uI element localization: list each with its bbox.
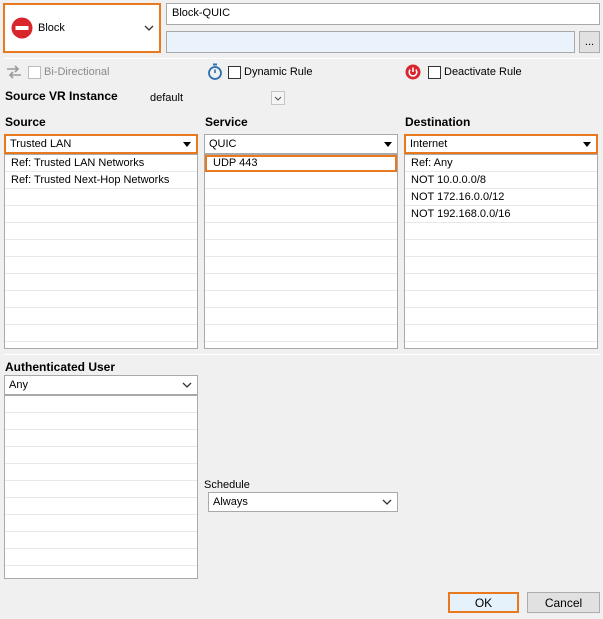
- list-item: [405, 274, 597, 291]
- divider: [3, 58, 600, 59]
- ok-button[interactable]: OK: [448, 592, 519, 613]
- list-item: [405, 240, 597, 257]
- list-item: [5, 223, 197, 240]
- divider: [3, 354, 600, 355]
- rule-name-value: Block-QUIC: [172, 7, 231, 19]
- source-selected: Trusted LAN: [10, 138, 72, 150]
- action-selector[interactable]: Block: [3, 3, 161, 53]
- list-item: [5, 532, 197, 549]
- list-item: [5, 430, 197, 447]
- list-item: [5, 308, 197, 325]
- dynamic-rule-label: Dynamic Rule: [244, 66, 313, 78]
- list-item: [5, 240, 197, 257]
- list-item: [5, 481, 197, 498]
- list-item-selected[interactable]: UDP 443: [205, 155, 397, 172]
- service-label: Service: [205, 115, 248, 129]
- list-item: [405, 308, 597, 325]
- list-item: [5, 413, 197, 430]
- deactivate-rule-label: Deactivate Rule: [444, 66, 522, 78]
- list-item[interactable]: NOT 172.16.0.0/12: [405, 189, 597, 206]
- destination-list[interactable]: Ref: Any NOT 10.0.0.0/8 NOT 172.16.0.0/1…: [404, 154, 598, 349]
- comment-browse-button[interactable]: ...: [579, 31, 600, 53]
- list-item[interactable]: NOT 192.168.0.0/16: [405, 206, 597, 223]
- list-item: [5, 189, 197, 206]
- timer-icon: [207, 63, 223, 83]
- deactivate-rule-checkbox[interactable]: [428, 66, 441, 79]
- list-item: [5, 206, 197, 223]
- destination-select[interactable]: Internet: [404, 134, 598, 154]
- bidirectional-label: Bi-Directional: [44, 66, 110, 78]
- comment-input[interactable]: [166, 31, 575, 53]
- list-item: [5, 325, 197, 342]
- list-item: [205, 274, 397, 291]
- action-label: Block: [38, 22, 65, 34]
- list-item: [5, 274, 197, 291]
- destination-label: Destination: [405, 115, 471, 129]
- rule-name-input[interactable]: Block-QUIC: [166, 3, 600, 25]
- cancel-label: Cancel: [544, 595, 583, 610]
- service-select[interactable]: QUIC: [204, 134, 398, 154]
- source-vr-value: default: [150, 92, 184, 104]
- chevron-down-icon: [379, 494, 395, 510]
- browse-label: ...: [584, 36, 595, 48]
- list-item: [205, 325, 397, 342]
- list-item: [5, 396, 197, 413]
- schedule-select[interactable]: Always: [208, 492, 398, 512]
- source-vr-select[interactable]: default: [148, 89, 285, 107]
- list-item[interactable]: NOT 10.0.0.0/8: [405, 172, 597, 189]
- schedule-label: Schedule: [204, 479, 250, 491]
- list-item: [205, 206, 397, 223]
- power-icon: [405, 64, 421, 83]
- dynamic-rule-checkbox[interactable]: [228, 66, 241, 79]
- dropdown-arrow-icon: [183, 141, 191, 147]
- list-item: [205, 308, 397, 325]
- list-item: [205, 240, 397, 257]
- list-item: [5, 447, 197, 464]
- schedule-selected: Always: [213, 496, 248, 508]
- destination-selected: Internet: [410, 138, 448, 150]
- list-item: [205, 172, 397, 189]
- service-list[interactable]: UDP 443: [204, 154, 398, 349]
- list-item: [205, 257, 397, 274]
- source-list[interactable]: Ref: Trusted LAN Networks Ref: Trusted N…: [4, 154, 198, 349]
- list-item: [405, 291, 597, 308]
- list-item: [5, 498, 197, 515]
- list-item: [405, 325, 597, 342]
- chevron-down-icon: [271, 91, 285, 105]
- list-item: [405, 257, 597, 274]
- list-item: [5, 515, 197, 532]
- list-item[interactable]: Ref: Trusted Next-Hop Networks: [5, 172, 197, 189]
- chevron-down-icon: [179, 377, 195, 393]
- list-item: [205, 189, 397, 206]
- list-item[interactable]: Ref: Any: [405, 155, 597, 172]
- dropdown-arrow-icon: [583, 141, 591, 147]
- list-item: [5, 549, 197, 566]
- list-item: [205, 223, 397, 240]
- bidirectional-checkbox[interactable]: [28, 66, 41, 79]
- list-item: [205, 291, 397, 308]
- dropdown-arrow-icon: [384, 141, 392, 147]
- auth-user-list[interactable]: [4, 395, 198, 579]
- list-item: [405, 223, 597, 240]
- ok-label: OK: [474, 595, 493, 610]
- cancel-button[interactable]: Cancel: [527, 592, 600, 613]
- chevron-down-icon: [141, 20, 157, 36]
- list-item: [5, 291, 197, 308]
- source-vr-label: Source VR Instance: [5, 89, 118, 103]
- auth-user-select[interactable]: Any: [4, 375, 198, 395]
- list-item: [5, 257, 197, 274]
- auth-user-selected: Any: [9, 379, 28, 391]
- source-select[interactable]: Trusted LAN: [4, 134, 198, 154]
- bidirectional-icon: [6, 65, 22, 82]
- list-item[interactable]: Ref: Trusted LAN Networks: [5, 155, 197, 172]
- source-label: Source: [5, 115, 46, 129]
- block-icon: [11, 17, 33, 39]
- auth-user-label: Authenticated User: [5, 360, 116, 374]
- list-item: [5, 464, 197, 481]
- service-selected: QUIC: [209, 138, 237, 150]
